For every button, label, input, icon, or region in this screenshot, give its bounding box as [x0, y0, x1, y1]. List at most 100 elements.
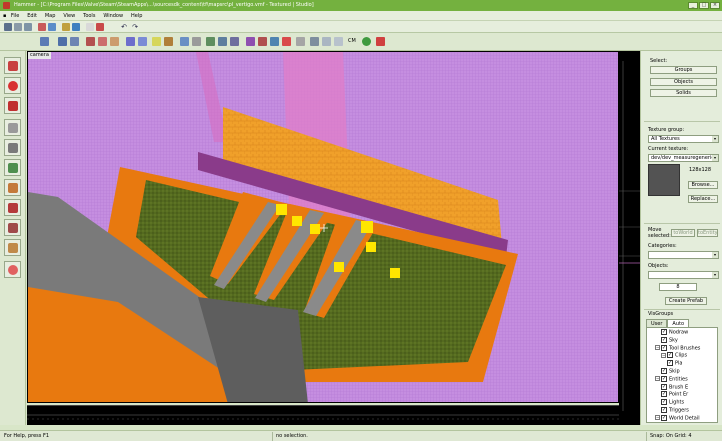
- select-by-handles-icon[interactable]: [72, 23, 80, 31]
- bounding-box-icon[interactable]: [192, 37, 201, 46]
- browse-button[interactable]: Browse...: [688, 181, 718, 189]
- visgroup-item[interactable]: ✓ Point Er: [661, 391, 688, 399]
- texture-bar2-icon[interactable]: [164, 37, 173, 46]
- hide-unselected-icon[interactable]: [110, 37, 119, 46]
- visgroup-item[interactable]: ✓ Skip: [661, 368, 680, 376]
- grid-smaller-icon[interactable]: [38, 23, 46, 31]
- visgroup-checkbox[interactable]: ✓: [661, 344, 667, 351]
- move-to-world-icon[interactable]: [296, 37, 305, 46]
- grid-larger-icon[interactable]: [48, 23, 56, 31]
- current-texture-select[interactable]: dev/dev_measuregeneric ▾: [648, 154, 719, 162]
- visgroup-item[interactable]: − ✓ Clips: [661, 352, 687, 360]
- visgroups-tree[interactable]: ✓ Nodraw ✓ Sky − ✓ Tool Brushes − ✓ Clips ✓ Pla ✓ Ski…: [646, 327, 718, 423]
- visgroup-item[interactable]: − ✓ World Detail: [655, 414, 700, 422]
- magnify-tool[interactable]: [4, 77, 21, 94]
- camera-tool[interactable]: [4, 97, 21, 114]
- visgroup-item[interactable]: ✓ Sky: [661, 336, 678, 345]
- decal-tool[interactable]: [4, 199, 21, 216]
- side-2d-view[interactable]: [619, 51, 640, 425]
- menu-file[interactable]: File: [8, 11, 22, 21]
- visgroup-item[interactable]: − ✓ Entities: [655, 375, 688, 384]
- categories-select[interactable]: ▾: [648, 251, 719, 259]
- visgroup-checkbox[interactable]: ✓: [661, 329, 667, 335]
- green-leaf-icon[interactable]: [362, 37, 371, 46]
- maximize-button[interactable]: □: [699, 2, 709, 9]
- grid-3d-icon[interactable]: [14, 23, 22, 31]
- clipping-tool[interactable]: [4, 219, 21, 236]
- objects-select[interactable]: ▾: [648, 271, 719, 279]
- transform-icon[interactable]: [230, 37, 239, 46]
- hide-selected-icon[interactable]: [86, 37, 95, 46]
- select-objects-button[interactable]: Objects: [650, 78, 717, 86]
- to-entity-button[interactable]: toEntity: [697, 229, 718, 237]
- tree-expand-icon[interactable]: −: [655, 415, 660, 421]
- group-icon[interactable]: [58, 37, 67, 46]
- grid-toggle-icon[interactable]: [4, 23, 12, 31]
- cordon-toggle-label[interactable]: CM: [348, 38, 356, 44]
- texture-application-tool[interactable]: [4, 159, 21, 176]
- redo-icon[interactable]: ↷: [131, 23, 139, 31]
- tree-expand-icon[interactable]: −: [661, 352, 666, 358]
- visgroup-item[interactable]: ✓ Pla: [667, 360, 682, 368]
- selection-tool[interactable]: [4, 57, 21, 74]
- menu-view[interactable]: View: [60, 11, 78, 21]
- units-icon[interactable]: [62, 23, 70, 31]
- tie-to-entity-icon[interactable]: [282, 37, 291, 46]
- toggle-models-icon[interactable]: [126, 37, 135, 46]
- menu-help[interactable]: Help: [128, 11, 145, 21]
- menu-map[interactable]: Map: [42, 11, 59, 21]
- toggle-wireframe-icon[interactable]: [138, 37, 147, 46]
- new-window-icon[interactable]: [86, 23, 94, 31]
- vertex-tool[interactable]: [4, 239, 21, 256]
- visgroup-checkbox[interactable]: ✓: [661, 399, 667, 406]
- carve-icon[interactable]: [40, 37, 49, 46]
- red-cube-icon[interactable]: [376, 37, 385, 46]
- visgroup-checkbox[interactable]: ✓: [661, 414, 667, 421]
- visgroup-item[interactable]: ✓ Triggers: [661, 407, 689, 415]
- select-solids-button[interactable]: Solids: [650, 89, 717, 97]
- texture-lock-icon[interactable]: [96, 23, 104, 31]
- menu-edit[interactable]: Edit: [24, 11, 40, 21]
- doc-menu-icon[interactable]: ▪: [0, 11, 6, 21]
- select-all-icon[interactable]: [270, 37, 279, 46]
- menu-tools[interactable]: Tools: [80, 11, 98, 21]
- visgroup-item[interactable]: ✓ Nodraw: [661, 329, 688, 337]
- menu-window[interactable]: Window: [100, 11, 126, 21]
- visgroup-checkbox[interactable]: ✓: [661, 407, 667, 413]
- flip-horizontal-icon[interactable]: [206, 37, 215, 46]
- minimize-button[interactable]: _: [688, 2, 698, 9]
- visgroup-checkbox[interactable]: ✓: [661, 336, 667, 343]
- visgroup-checkbox[interactable]: ✓: [661, 368, 667, 374]
- check-problems-icon[interactable]: [180, 37, 189, 46]
- apply-texture-tool[interactable]: [4, 179, 21, 196]
- grid-dots-icon[interactable]: [24, 23, 32, 31]
- texture-preview[interactable]: [648, 164, 680, 196]
- ungroup-icon[interactable]: [70, 37, 79, 46]
- replace-button[interactable]: Replace...: [688, 195, 718, 203]
- undo-icon[interactable]: ↶: [120, 23, 128, 31]
- visgroup-checkbox[interactable]: ✓: [667, 360, 673, 367]
- visgroup-checkbox[interactable]: ✓: [661, 383, 667, 390]
- overlay-tool[interactable]: [4, 261, 21, 278]
- close-button[interactable]: ×: [710, 2, 720, 9]
- visgroup-checkbox[interactable]: ✓: [667, 352, 673, 359]
- number-field[interactable]: 8: [659, 283, 697, 291]
- options-icon[interactable]: [310, 37, 319, 46]
- visgroup-checkbox[interactable]: ✓: [661, 375, 667, 382]
- visgroup-item[interactable]: ✓ Lights: [661, 399, 684, 407]
- select-groups-button[interactable]: Groups: [650, 66, 717, 74]
- entity-tool[interactable]: [4, 119, 21, 136]
- compile-icon[interactable]: [334, 37, 343, 46]
- texture-group-select[interactable]: All Textures ▾: [648, 135, 719, 143]
- create-prefab-button[interactable]: Create Prefab: [665, 297, 707, 305]
- texture-bar-icon[interactable]: [152, 37, 161, 46]
- tree-expand-icon[interactable]: −: [655, 345, 660, 351]
- camera-viewport[interactable]: camera: [27, 51, 619, 403]
- goto-brush-icon[interactable]: [258, 37, 267, 46]
- to-world-button[interactable]: toWorld: [671, 229, 695, 237]
- entity-report-icon[interactable]: [246, 37, 255, 46]
- visgroup-checkbox[interactable]: ✓: [661, 391, 667, 398]
- show-all-icon[interactable]: [98, 37, 107, 46]
- camera-view-label[interactable]: camera: [28, 52, 51, 59]
- visgroup-item[interactable]: ✓ Brush E: [661, 383, 688, 392]
